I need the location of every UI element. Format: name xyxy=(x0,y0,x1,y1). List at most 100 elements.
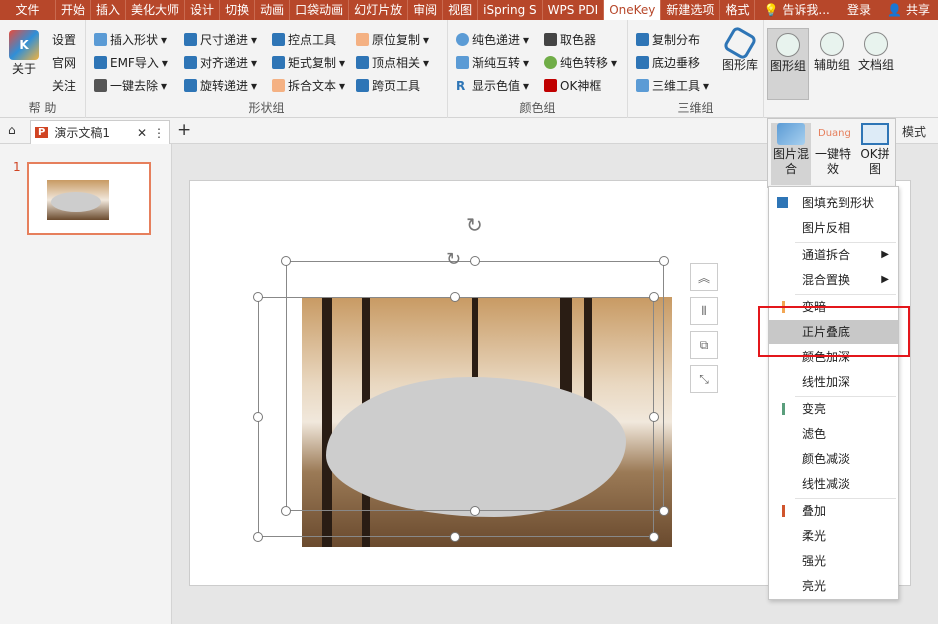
split-text-button[interactable]: 拆合文本 ▾ xyxy=(272,77,345,94)
doc-group-button[interactable]: 文档组 xyxy=(858,28,894,73)
emf-import-button[interactable]: EMF导入 ▾ xyxy=(94,54,168,71)
tab-view[interactable]: 视图 xyxy=(443,0,479,20)
ok-collage-button[interactable]: OK拼图 xyxy=(855,123,895,177)
copy-icon xyxy=(356,33,369,46)
in-place-copy-button[interactable]: 原位复制 ▾ xyxy=(356,31,429,48)
menu-item-label: 叠加 xyxy=(802,504,827,518)
rotate-handle-icon[interactable]: ↻ xyxy=(466,213,483,237)
resize-handle[interactable] xyxy=(450,532,460,542)
menu-item-channel-split[interactable]: 通道拆合 ▶ xyxy=(769,243,898,267)
settings-button[interactable]: 设置 xyxy=(52,31,76,48)
tab-design[interactable]: 设计 xyxy=(185,0,221,20)
menu-item-linear-dodge[interactable]: 线性减淡 xyxy=(769,472,898,496)
layout-options-icon[interactable]: ︽ xyxy=(690,263,718,291)
document-tab[interactable]: P 演示文稿1 ✕ ⋮ xyxy=(30,120,170,144)
rotate-handle-icon[interactable]: ↻ xyxy=(446,249,461,270)
image-blend-button[interactable]: 图片混合 xyxy=(771,123,811,185)
resize-handle[interactable] xyxy=(450,292,460,302)
insert-shape-button[interactable]: 插入形状 ▾ xyxy=(94,31,167,48)
tab-new-options[interactable]: 新建选项 xyxy=(661,0,721,20)
bottom-vertical-button[interactable]: 底边垂移 xyxy=(636,54,700,71)
ok-frame-button[interactable]: OK神框 xyxy=(544,77,601,94)
threed-tool-label: 三维工具 xyxy=(652,79,701,93)
resize-handle[interactable] xyxy=(253,292,263,302)
menu-item-lighten[interactable]: 变亮 xyxy=(769,397,898,421)
login-button[interactable]: 登录 xyxy=(839,0,879,20)
align-icon[interactable]: ⫴ xyxy=(690,297,718,325)
slide-thumbnail[interactable] xyxy=(27,162,151,235)
tab-beautify[interactable]: 美化大师 xyxy=(126,0,186,20)
menu-item-screen[interactable]: 滤色 xyxy=(769,422,898,446)
tab-ispring[interactable]: iSpring S xyxy=(478,0,543,20)
one-click-remove-button[interactable]: 一键去除 ▾ xyxy=(94,77,167,94)
tab-wps-pdf[interactable]: WPS PDI xyxy=(543,0,605,20)
tab-format[interactable]: 格式 xyxy=(720,0,756,20)
ok-collage-label: OK拼图 xyxy=(860,147,890,176)
share-button[interactable]: 👤 共享 xyxy=(879,0,938,20)
tab-file[interactable]: 文件 xyxy=(0,0,56,20)
resize-handle[interactable] xyxy=(649,532,659,542)
solid-transfer-button[interactable]: 纯色转移 ▾ xyxy=(544,54,617,71)
size-progressive-button[interactable]: 尺寸递进 ▾ xyxy=(184,31,257,48)
matrix-copy-button[interactable]: 矩式复制 ▾ xyxy=(272,54,345,71)
resize-handle[interactable] xyxy=(649,412,659,422)
cross-page-button[interactable]: 跨页工具 xyxy=(356,77,420,94)
menu-item-label: 滤色 xyxy=(802,427,827,441)
menu-item-linear-burn[interactable]: 线性加深 xyxy=(769,370,898,394)
distribute-icon xyxy=(636,33,649,46)
vertex-button[interactable]: 顶点相关 ▾ xyxy=(356,54,429,71)
arrange-icon[interactable]: ⧉ xyxy=(690,331,718,359)
menu-item-soft-light[interactable]: 柔光 xyxy=(769,524,898,548)
attention-button[interactable]: 关注 xyxy=(52,77,76,94)
shape-group-button[interactable]: 图形组 xyxy=(767,28,809,100)
show-color-value-button[interactable]: R 显示色值 ▾ xyxy=(456,77,529,94)
website-button[interactable]: 官网 xyxy=(52,54,76,71)
resize-handle[interactable] xyxy=(659,256,669,266)
resize-handle[interactable] xyxy=(253,532,263,542)
gradient-convert-button[interactable]: 渐纯互转 ▾ xyxy=(456,54,529,71)
one-click-effect-button[interactable]: Duang 一键特效 xyxy=(813,123,853,177)
resize-handle[interactable] xyxy=(470,506,480,516)
resize-handle[interactable] xyxy=(281,256,291,266)
about-button[interactable]: K 关于 xyxy=(6,30,42,77)
menu-item-color-dodge[interactable]: 颜色减淡 xyxy=(769,447,898,471)
copy-distribute-button[interactable]: 复制分布 xyxy=(636,31,700,48)
align-progressive-button[interactable]: 对齐递进 ▾ xyxy=(184,54,257,71)
tab-onekey[interactable]: OneKey xyxy=(604,0,662,20)
crop-icon[interactable]: ⤡ xyxy=(690,365,718,393)
add-tab-icon[interactable]: + xyxy=(177,120,191,140)
more-icon[interactable]: ⋮ xyxy=(153,126,165,140)
aux-group-button[interactable]: 辅助组 xyxy=(814,28,850,73)
tab-transition[interactable]: 切换 xyxy=(220,0,256,20)
menu-item-blend-replace[interactable]: 混合置换 ▶ xyxy=(769,268,898,292)
menu-item-invert[interactable]: 图片反相 xyxy=(769,216,898,240)
home-icon[interactable]: ⌂ xyxy=(8,123,16,137)
resize-handle[interactable] xyxy=(659,506,669,516)
color-picker-button[interactable]: 取色器 xyxy=(544,31,596,48)
tab-insert[interactable]: 插入 xyxy=(91,0,127,20)
tab-home[interactable]: 开始 xyxy=(56,0,92,20)
tab-animation[interactable]: 动画 xyxy=(255,0,291,20)
rotate-progressive-button[interactable]: 旋转递进 ▾ xyxy=(184,77,257,94)
tab-review[interactable]: 审阅 xyxy=(408,0,444,20)
resize-handle[interactable] xyxy=(649,292,659,302)
menu-item-fill-shape[interactable]: 图填充到形状 xyxy=(769,191,898,215)
color-picker-label: 取色器 xyxy=(560,33,597,47)
handle-tool-button[interactable]: 控点工具 xyxy=(272,31,336,48)
menu-item-label: 柔光 xyxy=(802,529,827,543)
hexagon-icon xyxy=(722,25,758,61)
shape-library-button[interactable]: 图形库 xyxy=(722,25,758,73)
emf-icon xyxy=(94,56,107,69)
tell-me-search[interactable]: 💡 告诉我... xyxy=(755,0,837,20)
threed-tool-button[interactable]: 三维工具 ▾ xyxy=(636,77,709,94)
tab-slideshow[interactable]: 幻灯片放 xyxy=(349,0,409,20)
menu-item-overlay[interactable]: 叠加 xyxy=(769,499,898,523)
resize-handle[interactable] xyxy=(281,506,291,516)
resize-handle[interactable] xyxy=(470,256,480,266)
menu-item-hard-light[interactable]: 强光 xyxy=(769,549,898,573)
resize-handle[interactable] xyxy=(253,412,263,422)
menu-item-vivid-light[interactable]: 亮光 xyxy=(769,574,898,598)
close-icon[interactable]: ✕ xyxy=(137,126,147,140)
solid-progressive-button[interactable]: 纯色递进 ▾ xyxy=(456,31,529,48)
tab-pocket-animation[interactable]: 口袋动画 xyxy=(290,0,350,20)
